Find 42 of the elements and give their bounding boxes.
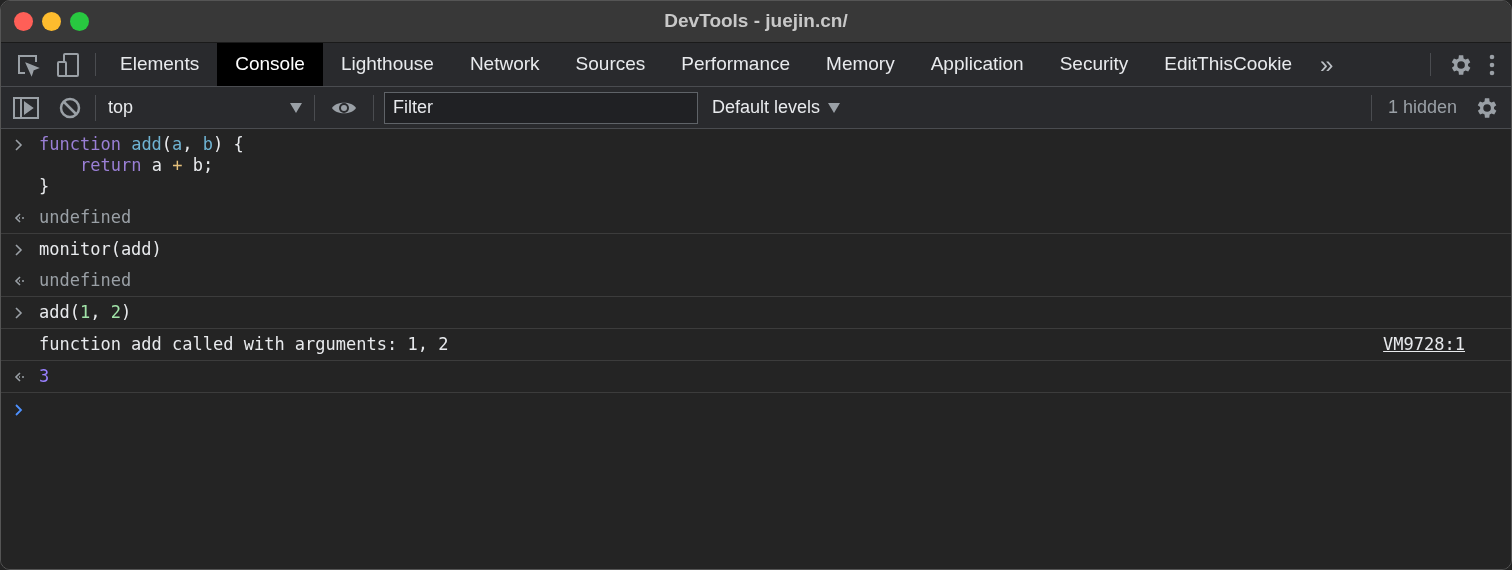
- device-toolbar-icon[interactable]: [55, 51, 81, 78]
- prompt-chevron-icon: [13, 402, 25, 417]
- input-chevron-icon: [13, 242, 25, 257]
- panel-tab[interactable]: Sources: [557, 43, 664, 86]
- result-arrow-icon: [13, 210, 25, 225]
- result-arrow-icon: [13, 273, 25, 288]
- panel-tab[interactable]: Console: [217, 43, 323, 86]
- result-value: undefined: [39, 270, 132, 291]
- code-line: }: [39, 176, 50, 197]
- input-chevron-icon: [13, 305, 25, 320]
- source-link[interactable]: VM9728:1: [1383, 334, 1499, 355]
- code-line: add(1, 2): [39, 302, 132, 323]
- context-selector[interactable]: top: [96, 94, 314, 121]
- panel-tab[interactable]: Security: [1041, 43, 1147, 86]
- panel-tab[interactable]: Elements: [102, 43, 218, 86]
- window-title: DevTools - juejin.cn/: [664, 9, 848, 34]
- result-value: 3: [39, 366, 50, 387]
- panel-tab[interactable]: Memory: [808, 43, 913, 86]
- more-tabs-button[interactable]: »: [1310, 43, 1344, 86]
- result-value: undefined: [39, 207, 132, 228]
- panel-tab[interactable]: Lighthouse: [322, 43, 452, 86]
- code-line: return a + b;: [79, 155, 214, 176]
- panel-tab[interactable]: Application: [912, 43, 1042, 86]
- close-window-icon[interactable]: [14, 12, 33, 31]
- input-chevron-icon: [13, 137, 25, 152]
- filter-field[interactable]: Filter: [384, 91, 698, 124]
- panel-tab[interactable]: EditThisCookie: [1146, 43, 1311, 86]
- hidden-count: 1 hidden: [1386, 96, 1458, 119]
- more-options-icon[interactable]: [1489, 52, 1495, 77]
- minimize-window-icon[interactable]: [42, 12, 61, 31]
- panel-tab[interactable]: Performance: [663, 43, 809, 86]
- clear-console-icon[interactable]: [59, 96, 81, 119]
- log-levels-dropdown[interactable]: Default levels: [712, 94, 841, 121]
- result-arrow-icon: [13, 369, 25, 384]
- code-line: monitor(add): [39, 239, 162, 260]
- dropdown-caret-icon: [290, 102, 302, 113]
- sidebar-toggle-icon[interactable]: [13, 96, 39, 119]
- log-message: function add called with arguments: 1, 2: [39, 334, 449, 355]
- panel-tab[interactable]: Network: [451, 43, 558, 86]
- dropdown-caret-icon: [828, 102, 841, 113]
- zoom-window-icon[interactable]: [70, 12, 89, 31]
- code-line: function add(a, b) {: [39, 134, 244, 155]
